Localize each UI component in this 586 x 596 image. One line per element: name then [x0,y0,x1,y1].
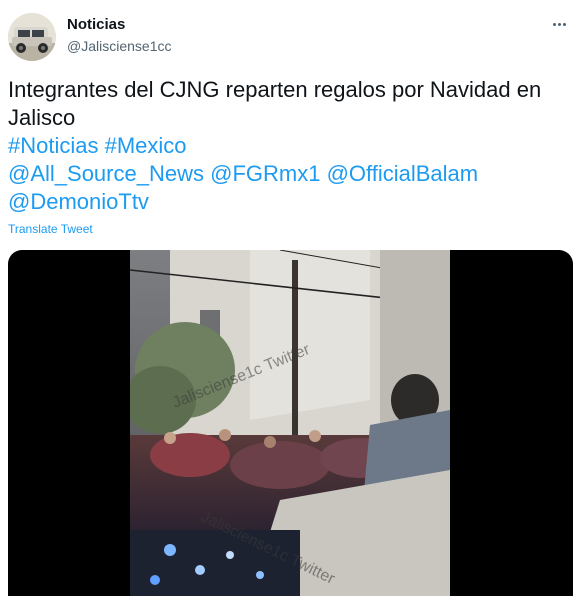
more-horizontal-icon[interactable] [548,14,570,34]
translate-tweet-link[interactable]: Translate Tweet [8,222,93,236]
author-avatar[interactable] [8,13,56,61]
mention-line-1: @All_Source_News @FGRmx1 @OfficialBalam [8,160,568,188]
hashtag-mexico[interactable]: #Mexico [105,133,187,158]
author-name[interactable]: Noticias [67,16,125,33]
mention-all-source-news[interactable]: @All_Source_News [8,161,204,186]
video-scene: Jalisciense1c Twitter Jalisciense1c Twit… [130,250,450,596]
author-handle[interactable]: @Jalisciense1cc [67,38,171,54]
avatar-truck-photo-icon [8,13,56,61]
mention-fgrmx1[interactable]: @FGRmx1 [210,161,320,186]
mention-officialbalam[interactable]: @OfficialBalam [327,161,479,186]
tweet-media[interactable]: Jalisciense1c Twitter Jalisciense1c Twit… [8,250,573,596]
tweet-text-line-1: Integrantes del CJNG reparten regalos po… [8,77,542,102]
mention-demoniottv[interactable]: @DemonioTtv [8,189,149,214]
tweet-card: Noticias @Jalisciense1cc Integrantes del… [0,0,586,596]
hashtag-line: #Noticias #Mexico [8,132,568,160]
tweet-text-line-2: Jalisco [8,105,76,130]
hashtag-noticias[interactable]: #Noticias [8,133,98,158]
tweet-text: Integrantes del CJNG reparten regalos po… [8,76,568,216]
video-frame[interactable]: Jalisciense1c Twitter Jalisciense1c Twit… [130,250,450,596]
mention-line-2: @DemonioTtv [8,188,568,216]
